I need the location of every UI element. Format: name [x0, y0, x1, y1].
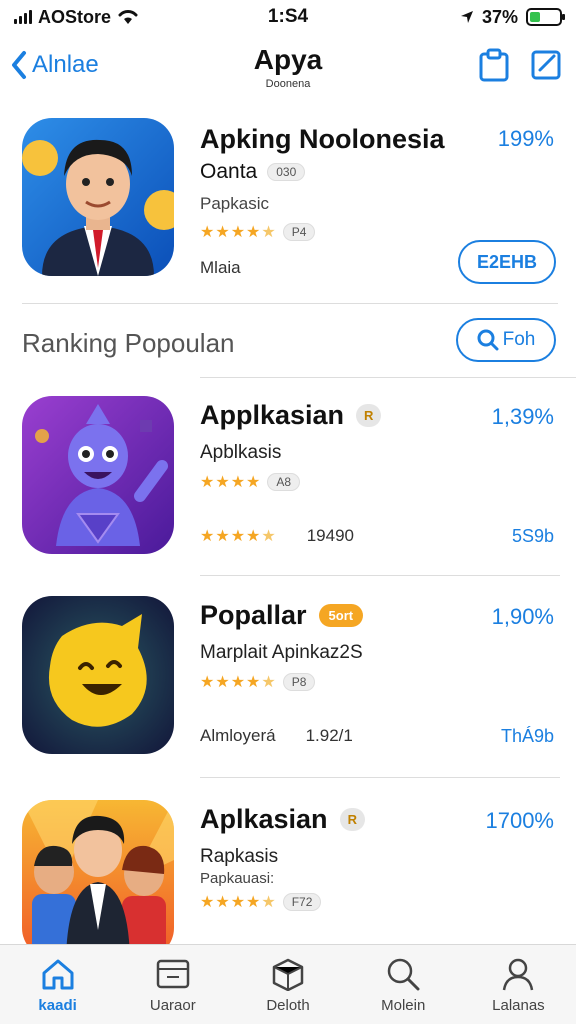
app-rating: ★★★★ A8 — [200, 472, 301, 492]
divider — [200, 777, 560, 778]
app-title: Aplkasian — [200, 804, 328, 834]
tab-bar: kaadi Uaraor Deloth Molein Lalanas — [0, 944, 576, 1024]
home-icon — [42, 959, 74, 990]
tab-games[interactable]: Deloth — [230, 945, 345, 1024]
featured-app-card[interactable]: Apking Noolonesia 199% Oanta 030 Papkasi… — [22, 118, 558, 288]
app-footer-label: Almloyerá — [200, 726, 276, 745]
app-subtitle: Apblkasis — [200, 442, 282, 463]
app-badge: 5ort — [318, 604, 364, 627]
developer-name: Oanta — [200, 160, 258, 183]
featured-app-title: Apking Noolonesia — [200, 124, 445, 154]
featured-app-icon — [22, 118, 174, 276]
section-title: Ranking Popoulan — [22, 328, 235, 358]
app-percent: 1,90% — [491, 604, 554, 629]
app-subtitle: Marplait Apinkaz2S — [200, 642, 363, 663]
section-button-label: Foh — [502, 329, 536, 350]
edit-icon[interactable] — [530, 48, 562, 82]
star-rating-icon: ★★★★ — [200, 474, 262, 491]
featured-app-developer: Oanta 030 — [200, 160, 306, 184]
divider — [200, 575, 560, 576]
battery-icon — [526, 8, 565, 26]
app-title-row: Aplkasian R — [200, 804, 365, 835]
location-icon — [460, 11, 473, 23]
carrier-label: AOStore — [38, 6, 112, 27]
status-bar: AOStore 1:S4 37% — [0, 0, 576, 34]
app-title: Applkasian — [200, 400, 345, 430]
rating-badge: P4 — [282, 223, 316, 241]
search-icon — [477, 329, 499, 351]
signal-icon — [14, 10, 32, 24]
app-title: Popallar — [200, 600, 307, 630]
tab-label: Lalanas — [492, 997, 545, 1014]
box-icon — [272, 958, 304, 991]
tab-label: Uaraor — [149, 997, 196, 1014]
get-button[interactable]: E2EHB — [458, 240, 556, 284]
app-badge: R — [356, 404, 382, 427]
wifi-icon — [118, 10, 138, 24]
app-title-row: Applkasian R — [200, 400, 382, 431]
star-rating-icon: ★★★★★ — [200, 528, 277, 545]
clipboard-icon[interactable] — [478, 48, 510, 82]
featured-app-percent: 199% — [497, 126, 554, 151]
featured-app-size: Mlaia — [200, 258, 241, 277]
app-size: ThÁ9b — [500, 726, 554, 746]
app-footer: ★★★★★ 19490 — [200, 526, 354, 546]
tab-account[interactable]: Lalanas — [461, 945, 576, 1024]
battery-percent: 37% — [481, 6, 518, 27]
status-time: 1:S4 — [267, 6, 309, 27]
section-search-button[interactable]: Foh — [456, 318, 556, 362]
app-extra: Papkauasi: — [200, 870, 275, 887]
app-review-count: 1.92/1 — [305, 726, 353, 745]
list-item[interactable]: Popallar 5ort 1,90% Marplait Apinkaz2S ★… — [22, 596, 558, 766]
tab-label: Molein — [381, 997, 426, 1014]
featured-app-category: Papkasic — [200, 194, 269, 213]
tab-home[interactable]: kaadi — [0, 945, 115, 1024]
star-rating-icon: ★★★★★ — [200, 674, 277, 691]
app-title-row: Popallar 5ort — [200, 600, 364, 631]
list-item[interactable]: Applkasian R 1,39% Apblkasis ★★★★ A8 ★★★… — [22, 396, 558, 566]
person-icon — [503, 958, 534, 991]
developer-badge: 030 — [267, 163, 306, 181]
featured-app-rating: ★★★★★ P4 — [200, 222, 316, 242]
tab-label: Deloth — [266, 997, 310, 1014]
divider — [200, 377, 576, 378]
app-icon — [22, 396, 174, 554]
star-rating-icon: ★★★★★ — [200, 224, 277, 241]
app-percent: 1700% — [485, 808, 554, 833]
app-subtitle: Rapkasis — [200, 846, 279, 867]
divider — [22, 303, 558, 304]
tab-search[interactable]: Molein — [346, 945, 461, 1024]
app-footer: Almloyerá 1.92/1 — [200, 726, 353, 746]
rating-badge: F72 — [282, 893, 322, 911]
app-rating: ★★★★★ P8 — [200, 672, 316, 692]
app-icon — [22, 596, 174, 754]
tab-label: kaadi — [38, 997, 77, 1014]
rating-badge: A8 — [267, 473, 301, 491]
app-percent: 1,39% — [491, 404, 554, 429]
app-icon — [22, 800, 174, 958]
search-icon — [387, 958, 420, 991]
screen-icon — [156, 959, 190, 989]
navigation-bar: Alnlae Apya Doonena — [0, 38, 576, 98]
app-rating: ★★★★★ F72 — [200, 892, 322, 912]
tab-apps[interactable]: Uaraor — [115, 945, 230, 1024]
app-badge: R — [339, 808, 365, 831]
rating-badge: P8 — [282, 673, 316, 691]
app-size: 5S9b — [511, 526, 554, 546]
star-rating-icon: ★★★★★ — [200, 894, 277, 911]
app-review-count: 19490 — [306, 526, 354, 545]
